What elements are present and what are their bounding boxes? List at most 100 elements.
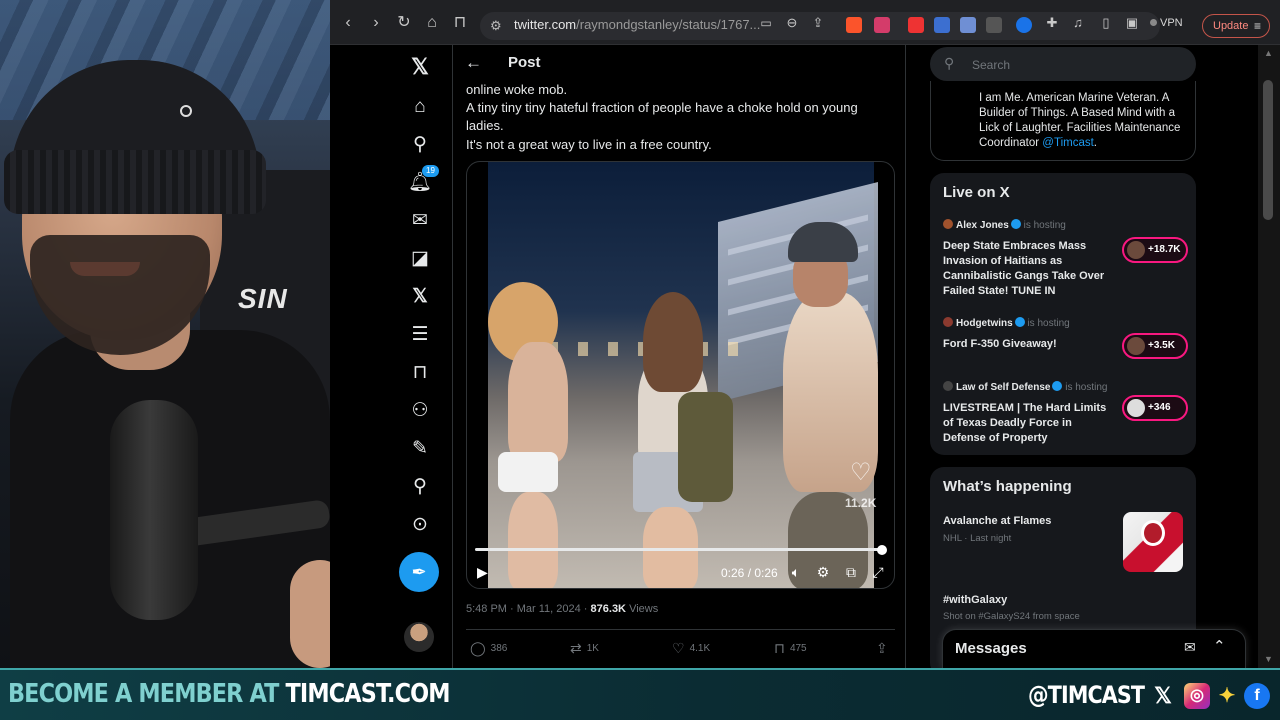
video-time: 0:26 / 0:26 bbox=[721, 566, 778, 580]
messages-label: Messages bbox=[955, 640, 1027, 657]
sidebar-icon[interactable]: ▯ bbox=[1096, 13, 1116, 33]
home-icon[interactable]: ⌂ bbox=[422, 13, 442, 33]
new-message-icon[interactable]: ✉ bbox=[1184, 639, 1196, 656]
membership-cta: BECOME A MEMBER AT TIMCAST.COM bbox=[8, 679, 451, 709]
settings-icon[interactable]: ⚙ bbox=[814, 564, 832, 581]
video-player[interactable]: ♡ 11.2K ▶ 0:26 / 0:26 🔈︎ ⚙ ⧉ ⤢ bbox=[466, 161, 895, 589]
webcam-feed: SIN bbox=[0, 0, 330, 668]
trend-label[interactable]: Avalanche at Flames bbox=[943, 515, 1051, 527]
nav-grok-icon[interactable]: ◪ bbox=[400, 245, 440, 273]
share-page-icon[interactable]: ⇪ bbox=[808, 13, 828, 33]
video-progress-bar[interactable] bbox=[475, 548, 882, 551]
media-icon[interactable]: ♫ bbox=[1068, 13, 1088, 33]
nav-bookmarks-icon[interactable]: ⊓ bbox=[400, 359, 440, 387]
live-host: Law of Self Defense is hosting bbox=[943, 381, 1108, 393]
live-listeners-pill[interactable]: +346 bbox=[1122, 395, 1188, 421]
nav-messages-icon[interactable]: ✉ bbox=[400, 207, 440, 235]
compose-post-button[interactable]: ✒ bbox=[399, 552, 439, 592]
back-icon[interactable]: ‹ bbox=[338, 13, 358, 33]
presenter-hand bbox=[290, 560, 330, 668]
instagram-icon: ◎ bbox=[1184, 683, 1210, 709]
account-avatar[interactable] bbox=[404, 622, 434, 652]
facebook-icon: f bbox=[1244, 683, 1270, 709]
live-item[interactable]: Law of Self Defense is hosting LIVESTREA… bbox=[943, 381, 1188, 447]
notifications-badge: 19 bbox=[422, 165, 439, 177]
video-progress-knob[interactable] bbox=[877, 545, 887, 555]
search-input[interactable]: ⚲ Search bbox=[930, 47, 1196, 81]
zoom-icon[interactable]: ⊖ bbox=[782, 13, 802, 33]
forward-icon[interactable]: › bbox=[366, 13, 386, 33]
reload-icon[interactable]: ↻ bbox=[394, 13, 414, 33]
bookmark-icon[interactable]: ⊓ bbox=[450, 13, 470, 33]
update-button[interactable]: Update ≡ bbox=[1202, 14, 1270, 38]
bio-end: . bbox=[1093, 137, 1097, 149]
bio-link[interactable]: @Timcast bbox=[1042, 137, 1094, 149]
trend-thumbnail[interactable] bbox=[1123, 512, 1183, 572]
live-listeners-pill[interactable]: +3.5K bbox=[1122, 333, 1188, 359]
browser-toolbar: ‹ › ↻ ⌂ ⊓ ⚙ twitter.com/raymondgstanley/… bbox=[330, 0, 1280, 45]
verified-icon bbox=[1052, 381, 1063, 391]
like-count: 4.1K bbox=[689, 643, 711, 654]
live-on-x-card: Live on X Alex Jones is hosting Deep Sta… bbox=[930, 173, 1196, 455]
reply-button[interactable]: ◯ 386 bbox=[470, 641, 507, 656]
x-logo-icon[interactable]: 𝕏 bbox=[400, 53, 440, 81]
nav-more-icon[interactable]: ⊙ bbox=[400, 511, 440, 539]
expand-chevron-icon[interactable]: ⌃ bbox=[1213, 637, 1226, 655]
nav-profile-icon[interactable]: ⚲ bbox=[400, 473, 440, 501]
messages-drawer[interactable]: Messages ✉ ⌃ bbox=[942, 629, 1246, 668]
cast-icon[interactable]: ▭ bbox=[756, 13, 776, 33]
live-title: LIVESTREAM | The Hard Limits of Texas De… bbox=[943, 402, 1107, 444]
extension-icon-5[interactable] bbox=[1016, 17, 1032, 33]
nav-notifications-icon[interactable]: 🔔︎ 19 bbox=[400, 165, 440, 197]
video-heart-overlay-icon: ♡ bbox=[850, 459, 872, 486]
extensions-icon[interactable]: ✚ bbox=[1042, 13, 1062, 33]
scroll-down-icon[interactable]: ▼ bbox=[1264, 654, 1273, 664]
nav-premium-icon[interactable]: 𝕏 bbox=[400, 283, 440, 311]
post-timestamp[interactable]: 5:48 PM · Mar 11, 2024 · bbox=[466, 603, 591, 615]
play-icon[interactable]: ▶ bbox=[477, 564, 488, 581]
live-listeners-pill[interactable]: +18.7K bbox=[1122, 237, 1188, 263]
bookmark-count: 475 bbox=[789, 643, 807, 654]
pip-icon[interactable]: ⧉ bbox=[842, 564, 860, 581]
host-status: is hosting bbox=[1023, 220, 1066, 231]
extension-icon-4[interactable] bbox=[986, 17, 1002, 33]
update-label: Update bbox=[1213, 20, 1249, 32]
lightbulb-icon: ✦ bbox=[1218, 685, 1236, 707]
back-arrow-icon[interactable]: ← bbox=[465, 53, 482, 73]
listener-avatar bbox=[1127, 337, 1145, 355]
scroll-thumb[interactable] bbox=[1263, 80, 1273, 220]
host-status: is hosting bbox=[1065, 382, 1108, 393]
brave-shield-icon[interactable] bbox=[846, 17, 862, 33]
nav-lists-icon[interactable]: ☰ bbox=[400, 321, 440, 349]
live-item[interactable]: Hodgetwins is hosting Ford F-350 Giveawa… bbox=[943, 317, 1188, 359]
address-text[interactable]: twitter.com/raymondgstanley/status/1767.… bbox=[514, 17, 760, 32]
host-status: is hosting bbox=[1027, 318, 1070, 329]
share-icon: ⇪ bbox=[876, 640, 888, 656]
host-avatar bbox=[943, 381, 953, 391]
live-item[interactable]: Alex Jones is hosting Deep State Embrace… bbox=[943, 219, 1188, 297]
extension-icon-2[interactable] bbox=[934, 17, 950, 33]
like-button[interactable]: ♡ 4.1K bbox=[672, 641, 710, 656]
fullscreen-icon[interactable]: ⤢ bbox=[869, 564, 887, 581]
site-settings-icon[interactable]: ⚙ bbox=[490, 18, 506, 34]
trend-label[interactable]: #withGalaxy bbox=[943, 594, 1007, 606]
nav-verified-orgs-icon[interactable]: ✎ bbox=[400, 435, 440, 463]
nav-explore-icon[interactable]: ⚲ bbox=[400, 131, 440, 159]
host-name: Hodgetwins bbox=[956, 318, 1013, 329]
nav-communities-icon[interactable]: ⚇ bbox=[400, 397, 440, 425]
extension-icon-1[interactable] bbox=[908, 17, 924, 33]
repost-button[interactable]: ⇄ 1K bbox=[570, 641, 599, 656]
scroll-up-icon[interactable]: ▲ bbox=[1264, 48, 1273, 58]
vpn-button[interactable]: VPN bbox=[1150, 17, 1183, 29]
extension-icon-3[interactable] bbox=[960, 17, 976, 33]
nav-home-icon[interactable]: ⌂ bbox=[400, 93, 440, 121]
wallet-icon[interactable]: ▣ bbox=[1122, 13, 1142, 33]
bookmark-button[interactable]: ⊓ 475 bbox=[774, 641, 807, 656]
volume-icon[interactable]: 🔈︎ bbox=[787, 564, 805, 581]
video-person-left-legs bbox=[508, 492, 558, 588]
share-button[interactable]: ⇪ bbox=[876, 641, 893, 656]
beanie-band bbox=[4, 150, 266, 214]
menu-icon[interactable]: ≡ bbox=[1254, 15, 1261, 37]
brave-rewards-icon[interactable] bbox=[874, 17, 890, 33]
post-meta: 5:48 PM · Mar 11, 2024 · 876.3K Views bbox=[466, 603, 658, 615]
